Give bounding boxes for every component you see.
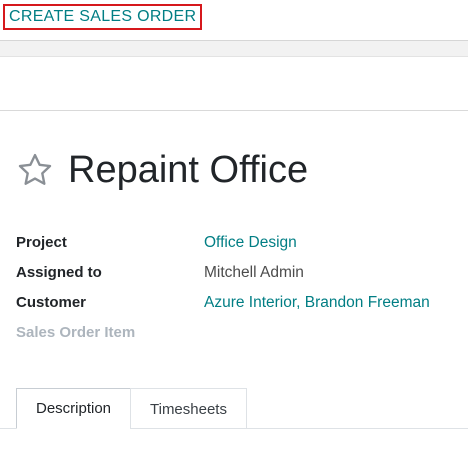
tab-timesheets[interactable]: Timesheets <box>130 388 247 429</box>
record-title[interactable]: Repaint Office <box>68 148 308 192</box>
sales-order-item-label: Sales Order Item <box>16 324 136 341</box>
control-panel: CREATE SALES ORDER <box>0 0 468 40</box>
status-bar-strip <box>0 40 468 57</box>
record-title-row: Repaint Office <box>16 148 308 192</box>
create-sales-order-button[interactable]: CREATE SALES ORDER <box>3 4 203 30</box>
star-outline-icon[interactable] <box>16 151 54 189</box>
assigned-to-value[interactable]: Mitchell Admin <box>204 262 304 284</box>
customer-label: Customer <box>16 294 87 311</box>
notebook-tabs: Description Timesheets <box>0 388 468 429</box>
project-label: Project <box>16 234 67 251</box>
tab-description[interactable]: Description <box>16 388 131 429</box>
customer-value-link[interactable]: Azure Interior, Brandon Freeman <box>204 292 430 314</box>
project-value-link[interactable]: Office Design <box>204 232 297 254</box>
assigned-to-label: Assigned to <box>16 264 102 281</box>
sheet-top-divider <box>0 110 468 111</box>
